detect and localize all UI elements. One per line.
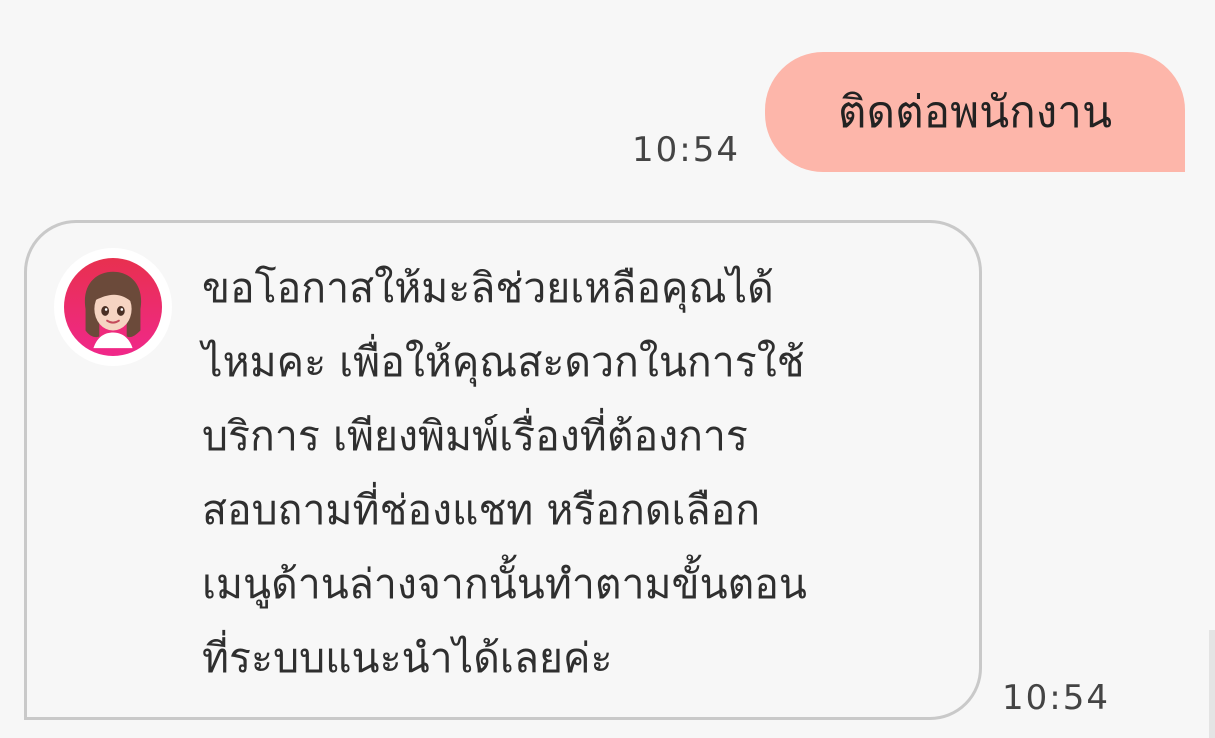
incoming-message-line: บริการ เพียงพิมพ์เรื่องที่ต้องการ [202, 412, 748, 460]
incoming-message-bubble[interactable]: ขอโอกาสให้มะลิช่วยเหลือคุณได้ ไหมคะ เพื่… [24, 220, 982, 720]
chat-thread: 10:54 ติดต่อพนักงาน ขอโอกาสให้มะลิช่วยเห… [0, 0, 1215, 738]
incoming-message-line: สอบถามที่ช่องแชท หรือกดเลือก [202, 486, 761, 534]
incoming-message-line: ไหมคะ เพื่อให้คุณสะดวกในการใช้ [202, 338, 805, 386]
incoming-message-line: ที่ระบบแนะนำได้เลยค่ะ [202, 634, 613, 682]
incoming-message-time: 10:54 [1002, 678, 1110, 718]
outgoing-message-time: 10:54 [632, 130, 740, 170]
incoming-message-line: เมนูด้านล่างจากนั้นทำตามขั้นตอน [202, 560, 807, 608]
bot-avatar-icon [54, 248, 172, 366]
scrollbar[interactable] [1209, 630, 1215, 738]
outgoing-message-bubble[interactable]: ติดต่อพนักงาน [765, 52, 1185, 172]
incoming-message-line: ขอโอกาสให้มะลิช่วยเหลือคุณได้ [202, 264, 774, 312]
bot-avatar-image [64, 258, 162, 356]
incoming-message-text: ขอโอกาสให้มะลิช่วยเหลือคุณได้ ไหมคะ เพื่… [202, 251, 949, 695]
outgoing-message-text: ติดต่อพนักงาน [837, 87, 1113, 138]
